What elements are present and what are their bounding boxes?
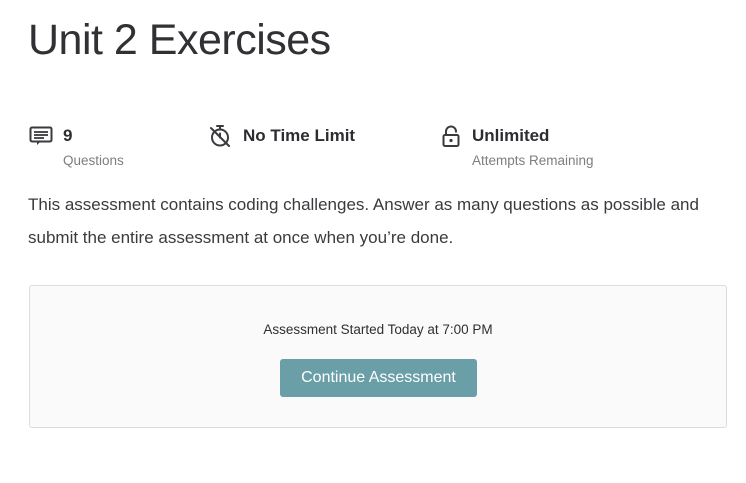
questions-stat: 9 Questions: [29, 122, 199, 174]
assessment-description: This assessment contains coding challeng…: [28, 195, 699, 247]
attempts-stat: Unlimited Attempts Remaining: [439, 122, 699, 174]
assessment-status-card: Assessment Started Today at 7:00 PM Cont…: [29, 285, 727, 428]
attempts-value: Unlimited: [472, 126, 550, 145]
time-limit-stat: No Time Limit: [208, 122, 428, 174]
assessment-started-text: Assessment Started Today at 7:00 PM: [263, 322, 493, 337]
assessment-page: Unit 2 Exercises 9 Questions No Time Lim…: [0, 0, 746, 483]
questions-count: 9: [63, 126, 73, 145]
continue-assessment-button[interactable]: Continue Assessment: [280, 359, 477, 397]
page-title: Unit 2 Exercises: [28, 16, 331, 64]
list-icon: [29, 124, 53, 148]
questions-label: Questions: [63, 153, 124, 168]
attempts-label: Attempts Remaining: [472, 153, 594, 168]
time-limit-value: No Time Limit: [243, 126, 356, 145]
stopwatch-off-icon: [208, 124, 232, 148]
lock-icon: [439, 124, 463, 148]
